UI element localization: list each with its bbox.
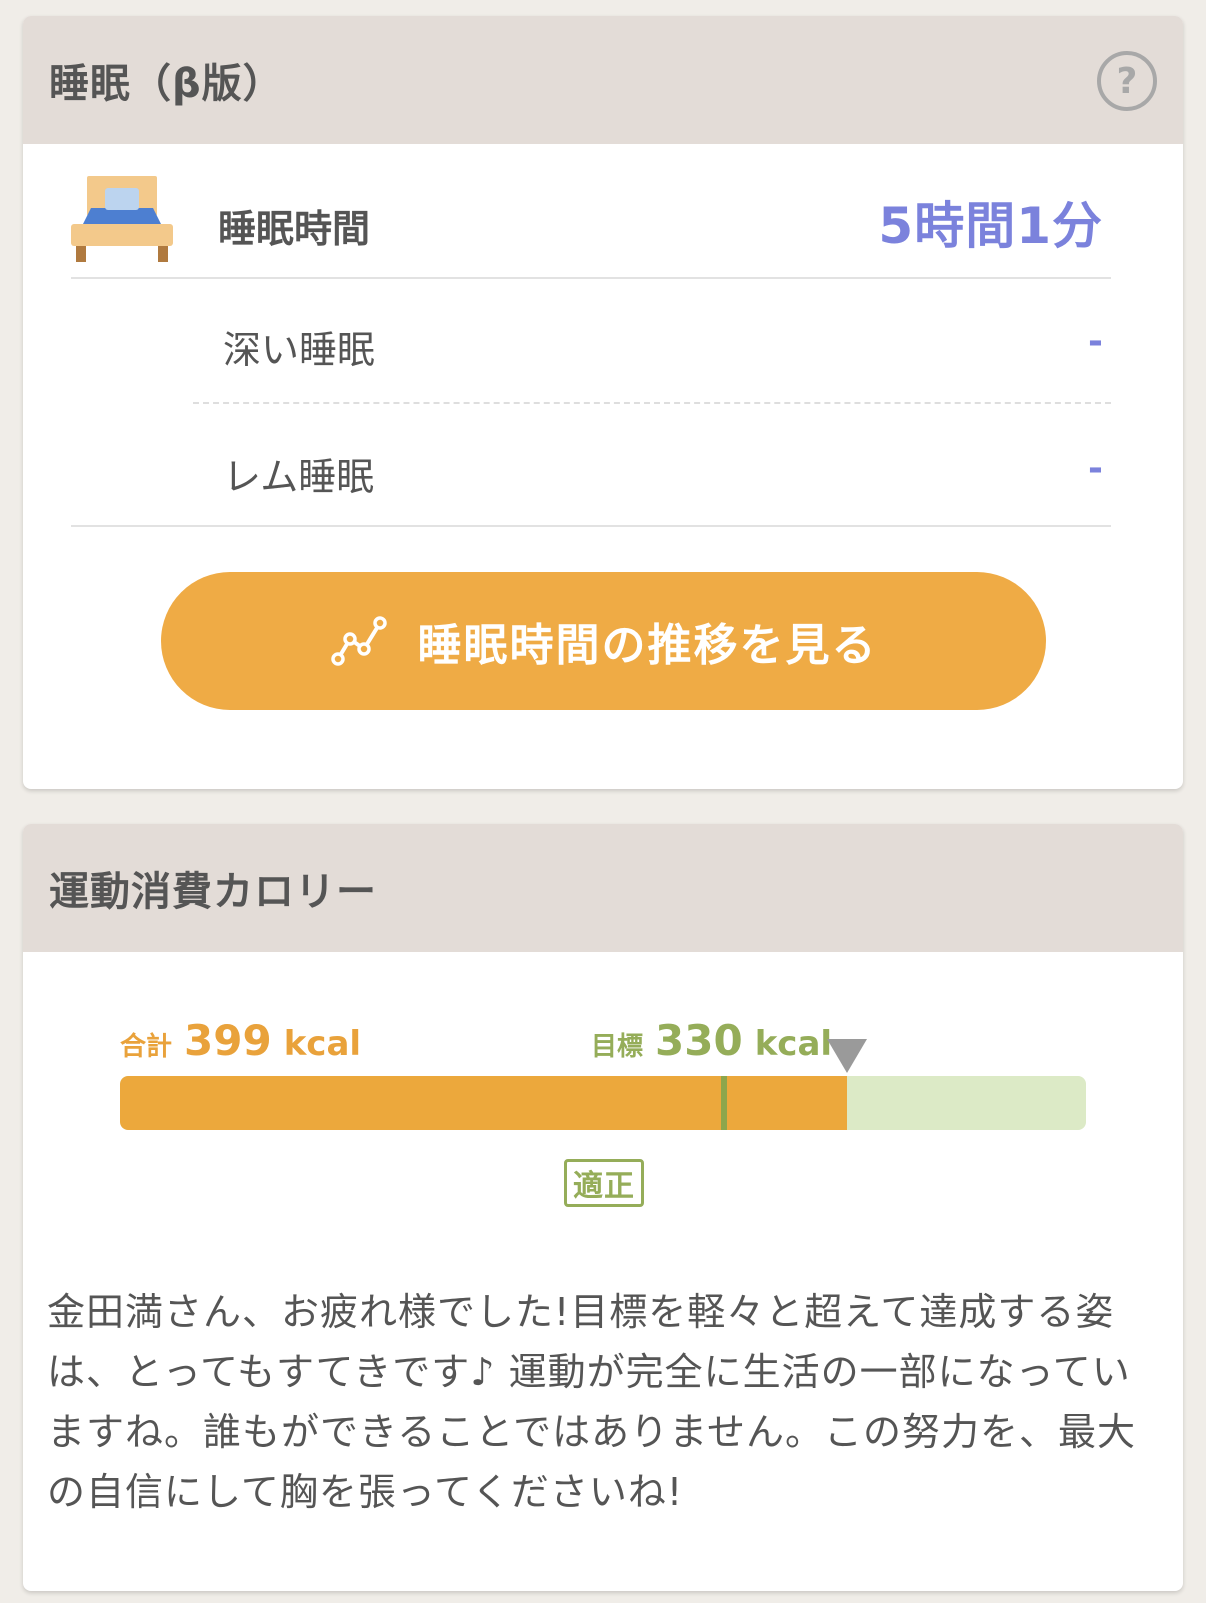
- calorie-goal-unit: kcal: [754, 1024, 833, 1064]
- divider: [71, 277, 1111, 279]
- sleep-card: 睡眠（β版） ? 睡眠時間 5時間1分 深い睡眠 - レム睡眠 - 睡眠時間の推…: [23, 16, 1183, 789]
- calorie-progress-fill: [120, 1076, 848, 1130]
- calorie-progress-bar: [120, 1076, 1086, 1130]
- calorie-card-title: 運動消費カロリー: [49, 869, 377, 915]
- calorie-total: 合計 399 kcal: [120, 1016, 361, 1065]
- calorie-goal: 目標 330 kcal: [591, 1016, 832, 1065]
- status-badge: 適正: [564, 1159, 644, 1207]
- calorie-goal-label: 目標: [591, 1032, 644, 1062]
- calorie-total-unit: kcal: [283, 1024, 362, 1064]
- deep-sleep-value: -: [1088, 321, 1103, 362]
- rem-sleep-value: -: [1088, 448, 1103, 489]
- calorie-card-header: 運動消費カロリー: [23, 824, 1183, 952]
- calorie-total-value: 399: [184, 1016, 272, 1065]
- sleep-card-title: 睡眠（β版）: [49, 61, 284, 107]
- goal-pointer-icon: [827, 1039, 868, 1073]
- sleep-card-header: 睡眠（β版） ?: [23, 16, 1183, 144]
- deep-sleep-label: 深い睡眠: [223, 328, 376, 372]
- question-circle-icon[interactable]: ?: [1097, 51, 1157, 111]
- calorie-goal-value: 330: [655, 1016, 743, 1065]
- dashed-divider: [193, 402, 1111, 404]
- sleep-trend-button[interactable]: 睡眠時間の推移を見る: [161, 572, 1046, 710]
- calorie-total-label: 合計: [120, 1032, 173, 1062]
- rem-sleep-label: レム睡眠: [223, 455, 375, 499]
- divider: [71, 525, 1111, 527]
- bed-icon: [71, 176, 173, 262]
- sleep-trend-button-label: 睡眠時間の推移を見る: [417, 620, 878, 671]
- line-chart-icon: [330, 616, 387, 666]
- calorie-card: 運動消費カロリー 合計 399 kcal 目標 330 kcal 適正 金田満さ…: [23, 824, 1183, 1591]
- sleep-duration-label: 睡眠時間: [218, 207, 371, 251]
- calorie-message: 金田満さん、お疲れ様でした!目標を軽々と超えて達成する姿は、とってもすてきです♪…: [47, 1290, 1136, 1514]
- sleep-duration-value: 5時間1分: [878, 197, 1103, 255]
- calorie-progress-midline: [720, 1076, 727, 1130]
